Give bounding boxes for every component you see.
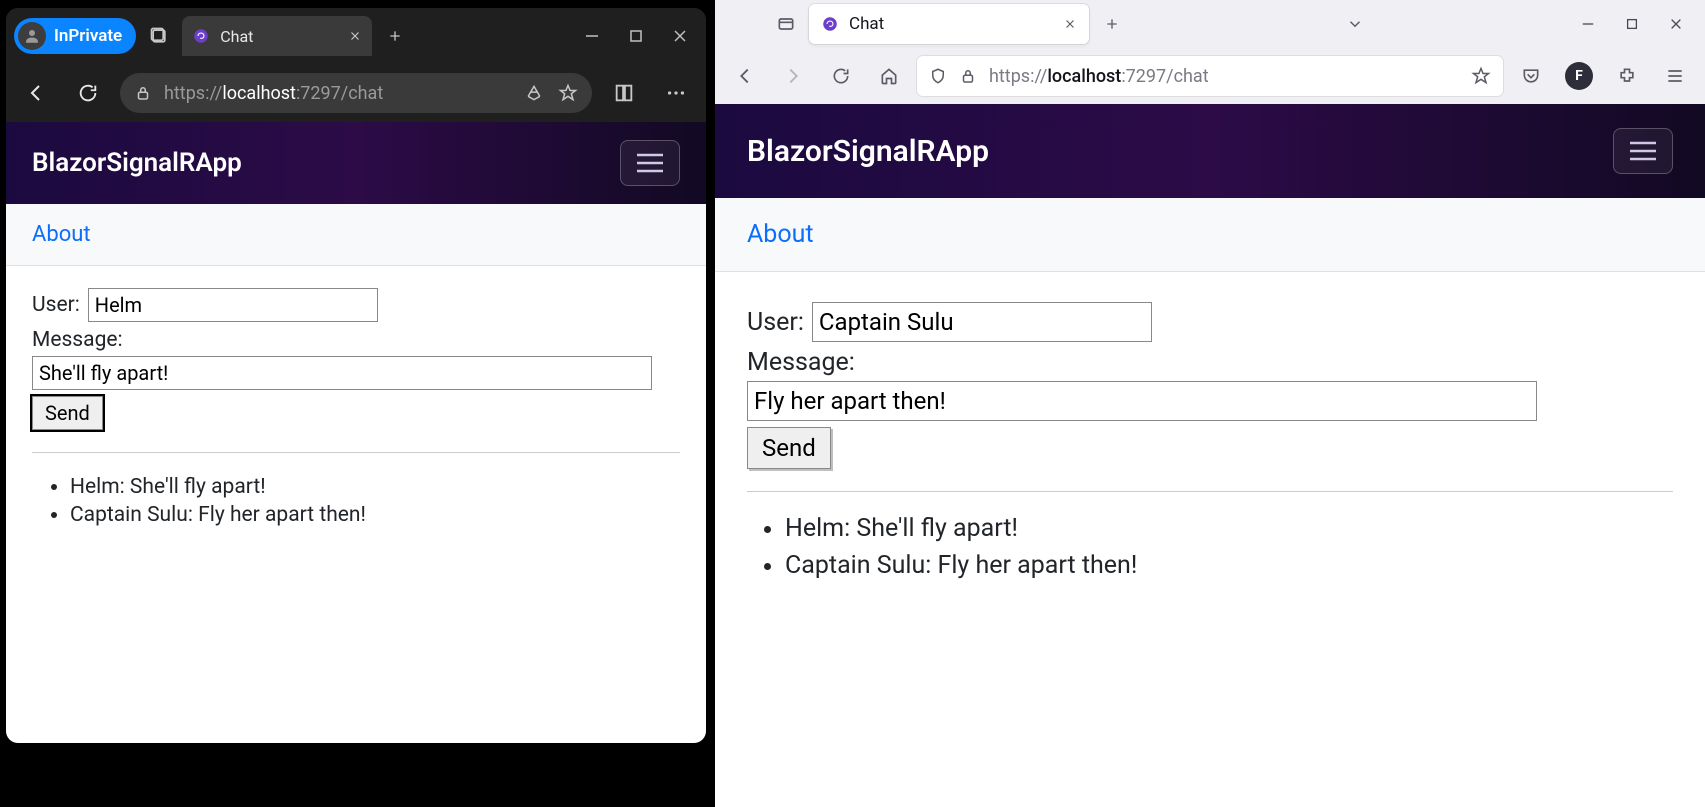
chat-content: User: Message: Send Helm: She'll fly apa… xyxy=(6,266,706,553)
recent-browsing-button[interactable] xyxy=(769,7,803,41)
user-input[interactable] xyxy=(88,288,378,322)
lock-icon[interactable] xyxy=(959,67,977,85)
forward-button[interactable] xyxy=(773,56,813,96)
close-window-icon[interactable] xyxy=(1669,17,1683,31)
firefox-titlebar: Chat xyxy=(715,0,1705,48)
lock-icon xyxy=(134,84,152,102)
list-item: Captain Sulu: Fly her apart then! xyxy=(70,503,680,527)
new-tab-button[interactable] xyxy=(1095,7,1129,41)
blazor-icon xyxy=(192,27,210,45)
app-header: BlazorSignalRApp xyxy=(6,122,706,204)
close-window-icon[interactable] xyxy=(672,28,688,44)
edge-profile-label: InPrivate xyxy=(54,26,122,46)
chat-content: User: Message: Send Helm: She'll fly apa… xyxy=(715,272,1705,618)
app-brand: BlazorSignalRApp xyxy=(32,148,242,178)
app-header: BlazorSignalRApp xyxy=(715,104,1705,198)
messages-list: Helm: She'll fly apart! Captain Sulu: Fly… xyxy=(747,514,1673,580)
nav-toggle-button[interactable] xyxy=(620,140,680,186)
app-brand: BlazorSignalRApp xyxy=(747,134,989,169)
tab-title: Chat xyxy=(220,27,253,46)
messages-list: Helm: She'll fly apart! Captain Sulu: Fly… xyxy=(32,475,680,527)
tab-title: Chat xyxy=(849,14,884,34)
read-aloud-icon[interactable] xyxy=(524,83,544,103)
about-link[interactable]: About xyxy=(747,220,814,249)
message-input[interactable] xyxy=(747,381,1537,421)
message-label: Message: xyxy=(747,348,1673,377)
maximize-icon[interactable] xyxy=(628,28,644,44)
firefox-browser-window: Chat https://localhost:7297/chat xyxy=(715,0,1705,807)
message-input[interactable] xyxy=(32,356,652,390)
edge-viewport: BlazorSignalRApp About User: Message: Se… xyxy=(6,122,706,743)
user-input[interactable] xyxy=(812,302,1152,342)
close-tab-icon[interactable] xyxy=(1063,17,1077,31)
edge-toolbar: https://localhost:7297/chat xyxy=(6,64,706,122)
refresh-button[interactable] xyxy=(821,56,861,96)
refresh-button[interactable] xyxy=(68,73,108,113)
minimize-icon[interactable] xyxy=(584,28,600,44)
shield-icon[interactable] xyxy=(929,67,947,85)
blazor-icon xyxy=(821,15,839,33)
list-item: Helm: She'll fly apart! xyxy=(785,514,1673,543)
favorite-icon[interactable] xyxy=(558,83,578,103)
divider xyxy=(32,452,680,453)
app-menu-icon[interactable] xyxy=(1655,56,1695,96)
url-text: https://localhost:7297/chat xyxy=(989,66,1209,87)
close-tab-icon[interactable] xyxy=(348,29,362,43)
url-text: https://localhost:7297/chat xyxy=(164,83,383,104)
send-button[interactable]: Send xyxy=(32,396,103,430)
pocket-icon[interactable] xyxy=(1511,56,1551,96)
browser-tab[interactable]: Chat xyxy=(809,4,1089,44)
address-bar[interactable]: https://localhost:7297/chat xyxy=(917,56,1503,96)
user-label: User: xyxy=(32,293,80,317)
home-button[interactable] xyxy=(869,56,909,96)
maximize-icon[interactable] xyxy=(1625,17,1639,31)
back-button[interactable] xyxy=(16,73,56,113)
extensions-icon[interactable] xyxy=(1607,56,1647,96)
tab-actions-button[interactable] xyxy=(140,17,178,55)
about-bar: About xyxy=(715,198,1705,272)
edge-titlebar: InPrivate Chat xyxy=(6,8,706,64)
collections-icon[interactable] xyxy=(604,73,644,113)
bookmark-icon[interactable] xyxy=(1471,66,1491,86)
about-bar: About xyxy=(6,204,706,266)
message-label: Message: xyxy=(32,328,680,352)
list-item: Helm: She'll fly apart! xyxy=(70,475,680,499)
edge-profile-badge[interactable]: InPrivate xyxy=(14,18,136,54)
minimize-icon[interactable] xyxy=(1581,17,1595,31)
account-button[interactable]: F xyxy=(1559,56,1599,96)
firefox-viewport: BlazorSignalRApp About User: Message: Se… xyxy=(715,104,1705,807)
address-bar[interactable]: https://localhost:7297/chat xyxy=(120,73,592,113)
back-button[interactable] xyxy=(725,56,765,96)
send-button[interactable]: Send xyxy=(747,427,831,469)
all-tabs-button[interactable] xyxy=(1338,7,1372,41)
nav-toggle-button[interactable] xyxy=(1613,128,1673,174)
edge-browser-window: InPrivate Chat xyxy=(6,8,706,743)
window-controls xyxy=(584,28,698,44)
user-label: User: xyxy=(747,308,804,337)
avatar-icon xyxy=(18,22,46,50)
list-item: Captain Sulu: Fly her apart then! xyxy=(785,551,1673,580)
about-link[interactable]: About xyxy=(32,222,91,247)
divider xyxy=(747,491,1673,492)
new-tab-button[interactable] xyxy=(376,17,414,55)
browser-tab[interactable]: Chat xyxy=(182,16,372,56)
more-menu-icon[interactable] xyxy=(656,73,696,113)
window-controls xyxy=(1581,17,1697,31)
firefox-toolbar: https://localhost:7297/chat F xyxy=(715,48,1705,104)
